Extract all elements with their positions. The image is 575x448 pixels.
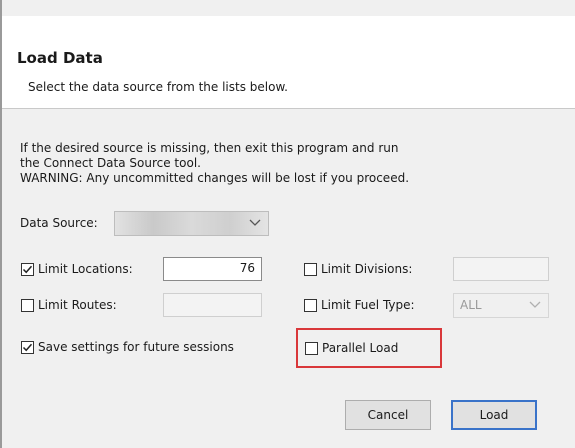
limit-divisions-input[interactable] [453, 257, 549, 281]
load-button[interactable]: Load [451, 400, 537, 430]
cancel-button[interactable]: Cancel [345, 400, 431, 430]
chevron-down-icon [249, 219, 261, 226]
info-message-line-2: the Connect Data Source tool. [20, 156, 201, 170]
checkbox-unchecked-icon [304, 298, 317, 312]
limit-locations-label: Limit Locations: [38, 262, 133, 276]
limit-fuel-type-checkbox[interactable]: Limit Fuel Type: [304, 298, 415, 312]
parallel-load-label: Parallel Load [322, 341, 399, 355]
fuel-type-value: ALL [460, 298, 482, 312]
window-top-strip [2, 0, 575, 16]
dialog-title: Load Data [17, 49, 103, 67]
save-settings-checkbox[interactable]: Save settings for future sessions [21, 340, 234, 354]
checkbox-checked-icon [21, 262, 34, 276]
limit-routes-input[interactable] [163, 293, 262, 317]
limit-routes-label: Limit Routes: [38, 298, 117, 312]
parallel-load-checkbox[interactable]: Parallel Load [305, 341, 398, 355]
fuel-type-dropdown[interactable]: ALL [453, 293, 549, 318]
checkbox-unchecked-icon [305, 341, 318, 355]
limit-locations-checkbox[interactable]: Limit Locations: [21, 262, 133, 276]
info-message-line-1: If the desired source is missing, then e… [20, 141, 399, 155]
limit-divisions-label: Limit Divisions: [321, 262, 413, 276]
checkbox-unchecked-icon [21, 298, 34, 312]
limit-locations-input[interactable]: 76 [163, 257, 262, 281]
checkbox-unchecked-icon [304, 262, 317, 276]
chevron-down-icon [529, 301, 541, 308]
warning-message: WARNING: Any uncommitted changes will be… [20, 171, 410, 185]
save-settings-label: Save settings for future sessions [38, 340, 234, 354]
limit-routes-checkbox[interactable]: Limit Routes: [21, 298, 117, 312]
data-source-label: Data Source: [20, 216, 98, 230]
limit-fuel-type-label: Limit Fuel Type: [321, 298, 415, 312]
dialog-subtitle: Select the data source from the lists be… [28, 80, 288, 94]
limit-divisions-checkbox[interactable]: Limit Divisions: [304, 262, 412, 276]
data-source-dropdown[interactable] [114, 211, 269, 236]
checkbox-checked-icon [21, 340, 34, 354]
